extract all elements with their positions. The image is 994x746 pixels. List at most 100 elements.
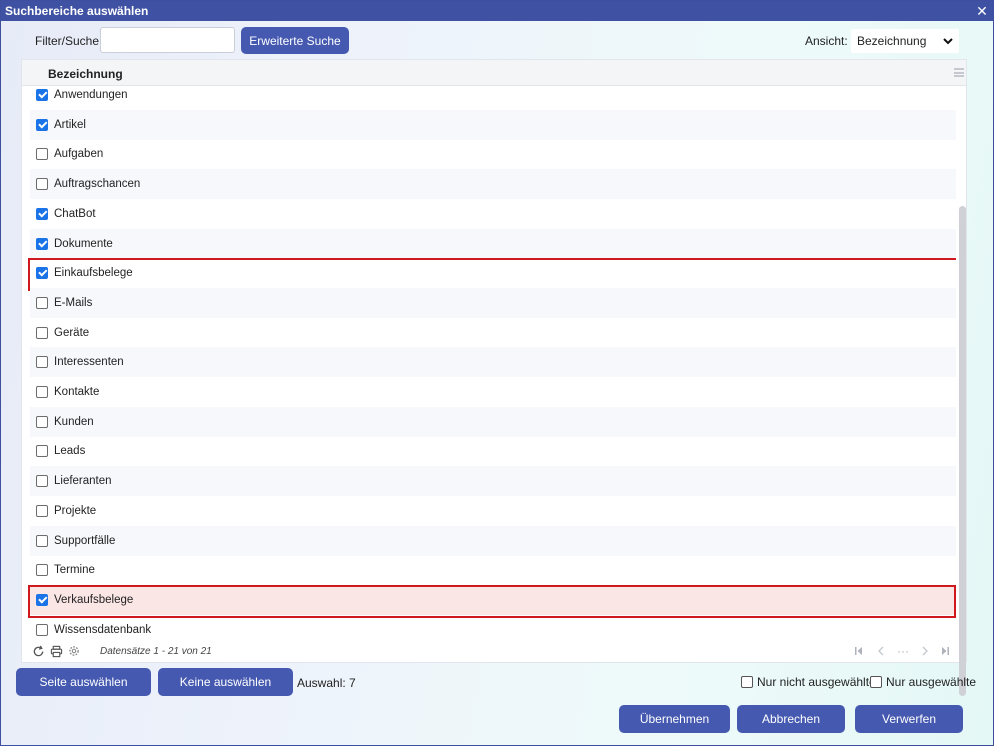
first-page-icon[interactable] (851, 640, 867, 662)
view-select[interactable]: Bezeichnung (851, 29, 959, 53)
refresh-icon[interactable] (30, 640, 46, 662)
row-checkbox[interactable] (36, 148, 48, 161)
row-checkbox[interactable] (36, 237, 48, 250)
row-label: Aufgaben (54, 148, 104, 161)
table-row[interactable]: Leads (30, 436, 956, 466)
only-selected-label: Nur ausgewählte (886, 675, 977, 689)
table-row[interactable]: E-Mails (30, 287, 956, 318)
row-label: Interessenten (54, 356, 124, 369)
discard-button[interactable]: Verwerfen (855, 705, 963, 733)
row-checkbox[interactable] (36, 623, 48, 636)
selection-count: Auswahl: 7 (297, 676, 356, 690)
grid-header: Bezeichnung (22, 60, 966, 86)
row-checkbox[interactable] (36, 178, 48, 191)
column-menu-icon[interactable] (954, 68, 964, 77)
row-checkbox[interactable] (36, 475, 48, 488)
search-areas-dialog: Suchbereiche auswählen ✕ Filter/Suche: E… (0, 0, 994, 746)
row-checkbox[interactable] (36, 356, 48, 369)
filter-input[interactable] (100, 27, 235, 53)
row-checkbox[interactable] (36, 534, 48, 547)
prev-page-icon[interactable] (873, 640, 889, 662)
table-row[interactable]: Projekte (30, 496, 956, 526)
apply-label: Übernehmen (639, 712, 710, 726)
table-row[interactable]: Interessenten (30, 347, 956, 378)
only-unselected-checkbox[interactable] (741, 676, 753, 688)
row-checkbox[interactable] (36, 386, 48, 398)
grid-footer: Datensätze 1 - 21 von 21 ··· (22, 640, 966, 662)
advanced-search-button[interactable]: Erweiterte Suche (241, 27, 349, 54)
table-row[interactable]: Aufgaben (30, 139, 956, 169)
row-label: Artikel (54, 118, 86, 131)
cancel-button[interactable]: Abbrechen (737, 705, 845, 733)
table-row[interactable]: Geräte (30, 318, 956, 348)
row-checkbox[interactable] (36, 593, 48, 606)
select-page-button[interactable]: Seite auswählen (16, 668, 151, 696)
row-label: Leads (54, 445, 86, 458)
table-row[interactable]: Einkaufsbelege (30, 258, 956, 288)
row-label: Einkaufsbelege (54, 267, 133, 280)
advanced-search-label: Erweiterte Suche (249, 33, 341, 48)
row-label: Kunden (54, 415, 94, 428)
row-checkbox[interactable] (36, 267, 48, 280)
row-label: ChatBot (54, 207, 96, 220)
table-row[interactable]: Wissensdatenbank (30, 615, 956, 638)
more-pages-indicator: ··· (897, 644, 909, 658)
row-checkbox[interactable] (36, 415, 48, 428)
only-unselected-label: Nur nicht ausgewählte (757, 675, 876, 689)
only-selected-checkbox[interactable] (870, 676, 882, 688)
row-checkbox[interactable] (36, 326, 48, 339)
row-label: Termine (54, 564, 95, 577)
select-page-label: Seite auswählen (39, 675, 128, 689)
table-row[interactable]: Kontakte (30, 377, 956, 407)
row-label: Anwendungen (54, 89, 128, 101)
close-icon[interactable]: ✕ (975, 1, 989, 21)
chevron-down-icon (941, 29, 955, 53)
row-checkbox[interactable] (36, 445, 48, 458)
row-label: Supportfälle (54, 534, 116, 547)
select-none-label: Keine auswählen (179, 675, 272, 689)
row-checkbox[interactable] (36, 296, 48, 309)
table-row[interactable]: Artikel (30, 109, 956, 140)
settings-icon[interactable] (66, 640, 82, 662)
only-unselected-option[interactable]: Nur nicht ausgewählte (741, 675, 876, 689)
row-checkbox[interactable] (36, 504, 48, 517)
column-header-bezeichnung[interactable]: Bezeichnung (48, 67, 123, 81)
table-row[interactable]: Auftragschancen (30, 169, 956, 200)
apply-button[interactable]: Übernehmen (619, 705, 730, 733)
scrollbar-thumb[interactable] (959, 206, 966, 696)
records-info: Datensätze 1 - 21 von 21 (100, 646, 212, 657)
row-label: Geräte (54, 326, 90, 339)
view-label: Ansicht: (805, 34, 848, 48)
view-selected-value: Bezeichnung (857, 34, 927, 48)
row-checkbox[interactable] (36, 564, 48, 577)
filter-label: Filter/Suche: (35, 34, 103, 48)
row-label: Auftragschancen (54, 178, 141, 191)
row-label: Wissensdatenbank (54, 623, 152, 636)
row-checkbox[interactable] (36, 207, 48, 220)
table-row[interactable]: Lieferanten (30, 466, 956, 497)
print-icon[interactable] (48, 640, 64, 662)
only-selected-option[interactable]: Nur ausgewählte (870, 675, 976, 689)
grid-rows: Anwendungen Artikel Aufgaben Auftragschance… (22, 86, 956, 638)
select-none-button[interactable]: Keine auswählen (158, 668, 293, 696)
row-label: E-Mails (54, 296, 93, 309)
search-areas-grid: Bezeichnung Anwendungen Artikel Aufgaben Au… (21, 59, 967, 696)
row-label: Dokumente (54, 237, 113, 250)
title-bar: Suchbereiche auswählen ✕ (1, 1, 993, 21)
dialog-title: Suchbereiche auswählen (5, 4, 149, 18)
row-checkbox[interactable] (36, 89, 48, 101)
row-checkbox[interactable] (36, 118, 48, 131)
next-page-icon[interactable] (917, 640, 933, 662)
row-label: Kontakte (54, 386, 100, 398)
table-row[interactable]: Anwendungen (30, 86, 956, 110)
table-row[interactable]: Supportfälle (30, 525, 956, 556)
last-page-icon[interactable] (937, 640, 953, 662)
table-row[interactable]: Verkaufsbelege (30, 584, 956, 615)
table-row[interactable]: Termine (30, 555, 956, 585)
cancel-label: Abbrechen (761, 712, 821, 726)
row-label: Lieferanten (54, 475, 112, 488)
table-row[interactable]: Dokumente (30, 228, 956, 259)
table-row[interactable]: ChatBot (30, 199, 956, 229)
table-row[interactable]: Kunden (30, 406, 956, 437)
row-label: Verkaufsbelege (54, 593, 134, 606)
